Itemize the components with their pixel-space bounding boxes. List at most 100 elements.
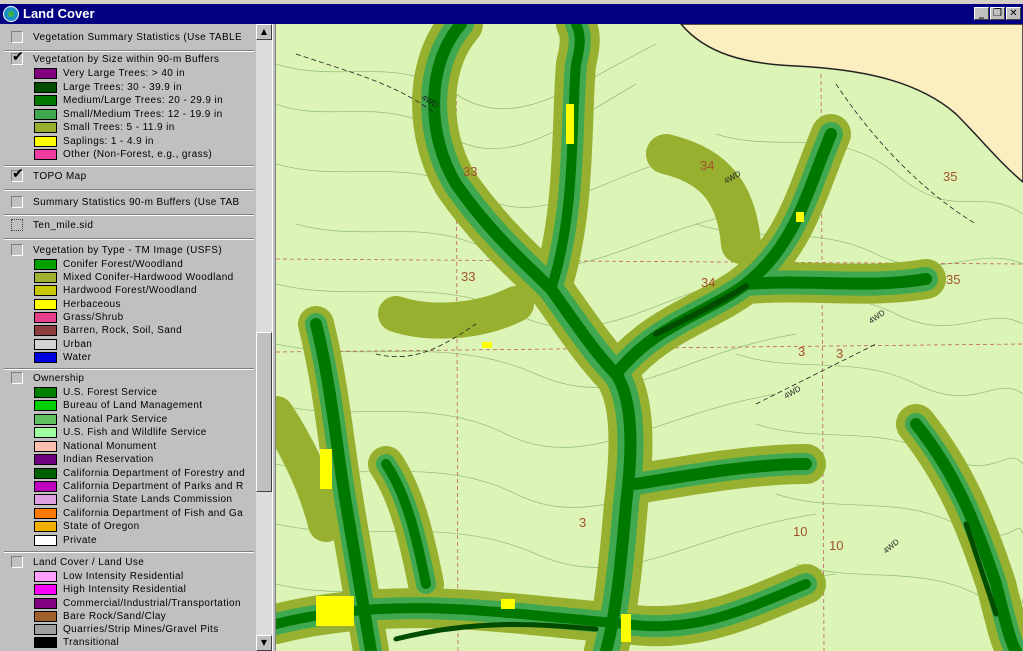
- legend-item-label: California Department of Parks and R: [63, 481, 244, 492]
- layer-checkbox[interactable]: [11, 556, 23, 568]
- legend-item-label: Commercial/Industrial/Transportation: [63, 598, 241, 609]
- section-label: 3: [579, 515, 586, 530]
- section-label: 34: [701, 275, 715, 290]
- legend-item-label: U.S. Forest Service: [63, 387, 158, 398]
- section-label: 35: [943, 169, 957, 184]
- separator: [4, 368, 254, 370]
- color-swatch: [34, 136, 57, 147]
- legend-item-label: Quarries/Strip Mines/Gravel Pits: [63, 624, 219, 635]
- color-swatch: [34, 468, 57, 479]
- color-swatch: [34, 584, 57, 595]
- map-canvas[interactable]: 33 33 34 35 35 3 3 3 10 10 34 4WD 4WD 4W…: [276, 24, 1023, 651]
- separator: [4, 551, 254, 553]
- color-swatch: [34, 259, 57, 270]
- legend-item-label: Other (Non-Forest, e.g., grass): [63, 149, 213, 160]
- legend-item-label: California Department of Forestry and: [63, 468, 246, 479]
- layer-label: Summary Statistics 90-m Buffers (Use TAB: [33, 197, 240, 208]
- layer-label: Ten_mile.sid: [33, 220, 94, 231]
- color-swatch: [34, 339, 57, 350]
- legend-item-label: Water: [63, 352, 92, 363]
- legend-item-label: High Intensity Residential: [63, 584, 187, 595]
- legend-item-label: Herbaceous: [63, 299, 121, 310]
- color-swatch: [34, 400, 57, 411]
- color-swatch: [34, 352, 57, 363]
- color-swatch: [34, 312, 57, 323]
- legend-item-label: Small Trees: 5 - 11.9 in: [63, 122, 175, 133]
- layer-label: Vegetation by Size within 90-m Buffers: [33, 54, 220, 65]
- layer-label: Land Cover / Land Use: [33, 557, 145, 568]
- close-button[interactable]: ✕: [1006, 7, 1021, 20]
- scroll-up-button[interactable]: ▲: [256, 24, 272, 40]
- scroll-down-button[interactable]: ▼: [256, 635, 272, 651]
- layer-checkbox-checked[interactable]: [11, 49, 24, 65]
- legend-item-label: State of Oregon: [63, 521, 140, 532]
- title-bar[interactable]: Land Cover _ ❐ ✕: [0, 4, 1023, 24]
- map-view[interactable]: 33 33 34 35 35 3 3 3 10 10 34 4WD 4WD 4W…: [276, 24, 1023, 651]
- legend-item-label: Barren, Rock, Soil, Sand: [63, 325, 183, 336]
- legend-item-label: Grass/Shrub: [63, 312, 124, 323]
- section-label: 10: [829, 538, 843, 553]
- separator: [4, 50, 254, 52]
- color-swatch: [34, 387, 57, 398]
- legend-item-label: Bare Rock/Sand/Clay: [63, 611, 167, 622]
- color-swatch: [34, 325, 57, 336]
- color-swatch: [34, 299, 57, 310]
- legend-item-label: Large Trees: 30 - 39.9 in: [63, 82, 182, 93]
- layer-checkbox[interactable]: [11, 244, 23, 256]
- legend-item-label: U.S. Fish and Wildlife Service: [63, 427, 207, 438]
- section-label: 3: [798, 344, 805, 359]
- color-swatch: [34, 82, 57, 93]
- window-title: Land Cover: [23, 6, 95, 21]
- minimize-button[interactable]: _: [974, 7, 989, 20]
- legend-item-label: Indian Reservation: [63, 454, 154, 465]
- color-swatch: [34, 535, 57, 546]
- color-swatch: [34, 571, 57, 582]
- legend-item-label: Urban: [63, 339, 93, 350]
- legend-item-label: Very Large Trees: > 40 in: [63, 68, 186, 79]
- legend-item-label: California State Lands Commission: [63, 494, 233, 505]
- legend-item-label: Mixed Conifer-Hardwood Woodland: [63, 272, 234, 283]
- color-swatch: [34, 624, 57, 635]
- restore-button[interactable]: ❐: [990, 7, 1005, 20]
- color-swatch: [34, 494, 57, 505]
- color-swatch: [34, 637, 57, 648]
- separator: [4, 189, 254, 191]
- separator: [4, 214, 254, 216]
- layer-checkbox-checked[interactable]: [11, 166, 24, 182]
- color-swatch: [34, 285, 57, 296]
- legend-item-label: Medium/Large Trees: 20 - 29.9 in: [63, 95, 224, 106]
- layer-label: Vegetation by Type - TM Image (USFS): [33, 245, 223, 256]
- color-swatch: [34, 508, 57, 519]
- legend-item-label: Private: [63, 535, 97, 546]
- legend-item-label: Hardwood Forest/Woodland: [63, 285, 197, 296]
- color-swatch: [34, 95, 57, 106]
- section-label: 34: [700, 158, 714, 173]
- globe-icon: [3, 6, 19, 22]
- legend-item-label: Saplings: 1 - 4.9 in: [63, 136, 154, 147]
- color-swatch: [34, 414, 57, 425]
- layer-checkbox[interactable]: [11, 31, 23, 43]
- layer-label: TOPO Map: [33, 171, 87, 182]
- section-label: 3: [836, 346, 843, 361]
- separator: [4, 165, 254, 167]
- legend-item-label: Bureau of Land Management: [63, 400, 203, 411]
- layer-checkbox[interactable]: [11, 372, 23, 384]
- legend-item-label: Conifer Forest/Woodland: [63, 259, 184, 270]
- scroll-thumb[interactable]: [256, 332, 272, 492]
- legend-scrollbar[interactable]: ▲ ▼: [256, 24, 272, 651]
- color-swatch: [34, 109, 57, 120]
- legend-item-label: Small/Medium Trees: 12 - 19.9 in: [63, 109, 223, 120]
- legend-item-label: National Monument: [63, 441, 157, 452]
- layer-checkbox[interactable]: [11, 219, 23, 231]
- section-label: 33: [461, 269, 475, 284]
- legend-panel: Vegetation Summary Statistics (Use TABLE…: [0, 24, 256, 651]
- layer-label: Vegetation Summary Statistics (Use TABLE: [33, 32, 243, 43]
- color-swatch: [34, 521, 57, 532]
- color-swatch: [34, 149, 57, 160]
- layer-label: Ownership: [33, 373, 85, 384]
- color-swatch: [34, 481, 57, 492]
- legend-item-label: Transitional: [63, 637, 120, 648]
- color-swatch: [34, 122, 57, 133]
- layer-checkbox[interactable]: [11, 196, 23, 208]
- color-swatch: [34, 272, 57, 283]
